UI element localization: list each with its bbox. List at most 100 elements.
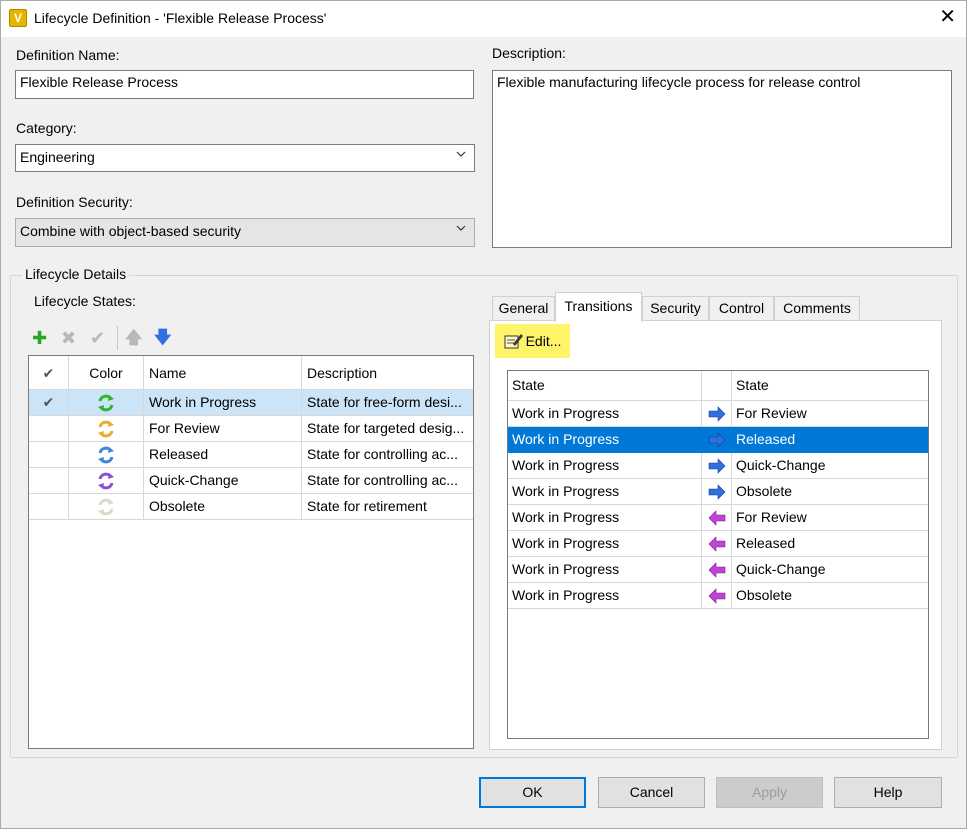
state-cycle-icon xyxy=(98,446,114,464)
edit-transitions-button[interactable]: Edit... xyxy=(495,324,570,358)
definition-security-dropdown[interactable]: Combine with object-based security xyxy=(15,218,475,247)
chevron-down-icon xyxy=(456,151,466,157)
state-cycle-icon xyxy=(98,420,114,438)
tab-comments[interactable]: Comments xyxy=(774,296,860,321)
definition-name-input[interactable]: Flexible Release Process xyxy=(15,70,474,99)
transition-row[interactable]: Work in Progress Obsolete xyxy=(508,479,928,505)
move-down-icon[interactable]: 🡇 xyxy=(154,328,171,348)
state-check[interactable]: ✔ xyxy=(29,390,69,416)
state-row[interactable]: Released State for controlling ac... xyxy=(29,442,473,468)
state-row[interactable]: For Review State for targeted desig... xyxy=(29,416,473,442)
state-check[interactable] xyxy=(29,416,69,442)
category-label: Category: xyxy=(16,120,77,136)
state-name: For Review xyxy=(144,416,302,442)
add-state-icon[interactable]: ✚ xyxy=(32,328,47,348)
ok-button[interactable]: OK xyxy=(479,777,586,808)
transition-to-state: For Review xyxy=(732,505,928,531)
move-up-icon[interactable]: 🡅 xyxy=(125,328,142,348)
transitions-table: State State Work in Progress For Review Wo… xyxy=(507,370,929,739)
transition-to-state: Released xyxy=(732,427,928,453)
transition-direction-cell xyxy=(702,557,732,583)
arrow-left-icon xyxy=(708,588,726,605)
arrow-left-icon xyxy=(708,510,726,527)
definition-name-label: Definition Name: xyxy=(16,47,120,63)
tab-transitions[interactable]: Transitions xyxy=(555,292,642,322)
state-row[interactable]: ✔ Work in Progress State for free-form des… xyxy=(29,390,473,416)
state-description: State for controlling ac... xyxy=(302,468,473,494)
transition-row[interactable]: Work in Progress For Review xyxy=(508,505,928,531)
state-description: State for controlling ac... xyxy=(302,442,473,468)
arrow-right-icon xyxy=(708,406,726,423)
description-column-header[interactable]: Description xyxy=(302,356,473,390)
state-cycle-icon xyxy=(98,394,114,412)
check-column-header[interactable]: ✔ xyxy=(29,356,69,390)
apply-button[interactable]: Apply xyxy=(716,777,823,808)
transition-row[interactable]: Work in Progress Released xyxy=(508,427,928,453)
state-row[interactable]: Quick-Change State for controlling ac... xyxy=(29,468,473,494)
state-color-cell xyxy=(69,442,144,468)
transition-to-state: Released xyxy=(732,531,928,557)
state-name: Quick-Change xyxy=(144,468,302,494)
tab-security[interactable]: Security xyxy=(642,296,709,321)
transition-from-state: Work in Progress xyxy=(508,453,702,479)
transition-from-state: Work in Progress xyxy=(508,557,702,583)
transition-row[interactable]: Work in Progress Quick-Change xyxy=(508,453,928,479)
state-row[interactable]: Obsolete State for retirement xyxy=(29,494,473,520)
transition-row[interactable]: Work in Progress Released xyxy=(508,531,928,557)
transition-row[interactable]: Work in Progress Obsolete xyxy=(508,583,928,609)
arrow-right-icon xyxy=(708,458,726,475)
state-check[interactable] xyxy=(29,494,69,520)
transition-from-state: Work in Progress xyxy=(508,427,702,453)
transition-direction-cell xyxy=(702,505,732,531)
transition-from-state: Work in Progress xyxy=(508,479,702,505)
category-dropdown[interactable]: Engineering xyxy=(15,144,475,172)
transition-to-state: Quick-Change xyxy=(732,557,928,583)
from-state-column-header[interactable]: State xyxy=(508,371,702,401)
arrow-right-icon xyxy=(708,484,726,501)
lifecycle-definition-dialog: V Lifecycle Definition - 'Flexible Relea… xyxy=(0,0,967,829)
name-column-header[interactable]: Name xyxy=(144,356,302,390)
transition-row[interactable]: Work in Progress For Review xyxy=(508,401,928,427)
state-color-cell xyxy=(69,416,144,442)
state-cycle-icon xyxy=(98,472,114,490)
state-name: Released xyxy=(144,442,302,468)
chevron-down-icon xyxy=(456,225,466,231)
tab-general[interactable]: General xyxy=(492,296,555,321)
color-column-header[interactable]: Color xyxy=(69,356,144,390)
state-check[interactable] xyxy=(29,442,69,468)
check-state-icon[interactable]: ✔ xyxy=(90,328,105,348)
help-button[interactable]: Help xyxy=(834,777,942,808)
tab-control[interactable]: Control xyxy=(709,296,774,321)
arrow-right-icon xyxy=(708,432,726,449)
vault-app-icon: V xyxy=(9,9,27,27)
delete-state-icon[interactable]: ✖ xyxy=(61,328,76,348)
arrow-left-icon xyxy=(708,536,726,553)
edit-label: Edit... xyxy=(525,333,562,349)
state-description: State for retirement xyxy=(302,494,473,520)
definition-security-value: Combine with object-based security xyxy=(20,223,241,239)
state-color-cell xyxy=(69,390,144,416)
arrow-left-icon xyxy=(708,562,726,579)
direction-column-header[interactable] xyxy=(702,371,732,401)
toolbar-divider xyxy=(117,326,118,350)
category-value: Engineering xyxy=(20,149,95,165)
transition-to-state: Obsolete xyxy=(732,583,928,609)
to-state-column-header[interactable]: State xyxy=(732,371,928,401)
lifecycle-details-title: Lifecycle Details xyxy=(22,266,130,282)
state-cycle-icon xyxy=(98,498,114,516)
definition-security-label: Definition Security: xyxy=(16,194,133,210)
state-check[interactable] xyxy=(29,468,69,494)
title-bar: V Lifecycle Definition - 'Flexible Relea… xyxy=(1,1,966,37)
state-name: Work in Progress xyxy=(144,390,302,416)
cancel-button[interactable]: Cancel xyxy=(598,777,705,808)
edit-note-icon xyxy=(504,334,523,349)
window-title: Lifecycle Definition - 'Flexible Release… xyxy=(34,10,327,26)
transition-direction-cell xyxy=(702,479,732,505)
transition-from-state: Work in Progress xyxy=(508,505,702,531)
close-icon[interactable]: ✕ xyxy=(939,6,956,28)
description-textarea[interactable]: Flexible manufacturing lifecycle process… xyxy=(492,70,952,248)
state-description: State for free-form desi... xyxy=(302,390,473,416)
transition-row[interactable]: Work in Progress Quick-Change xyxy=(508,557,928,583)
transition-direction-cell xyxy=(702,531,732,557)
states-header-row: ✔ Color Name Description xyxy=(29,356,473,390)
